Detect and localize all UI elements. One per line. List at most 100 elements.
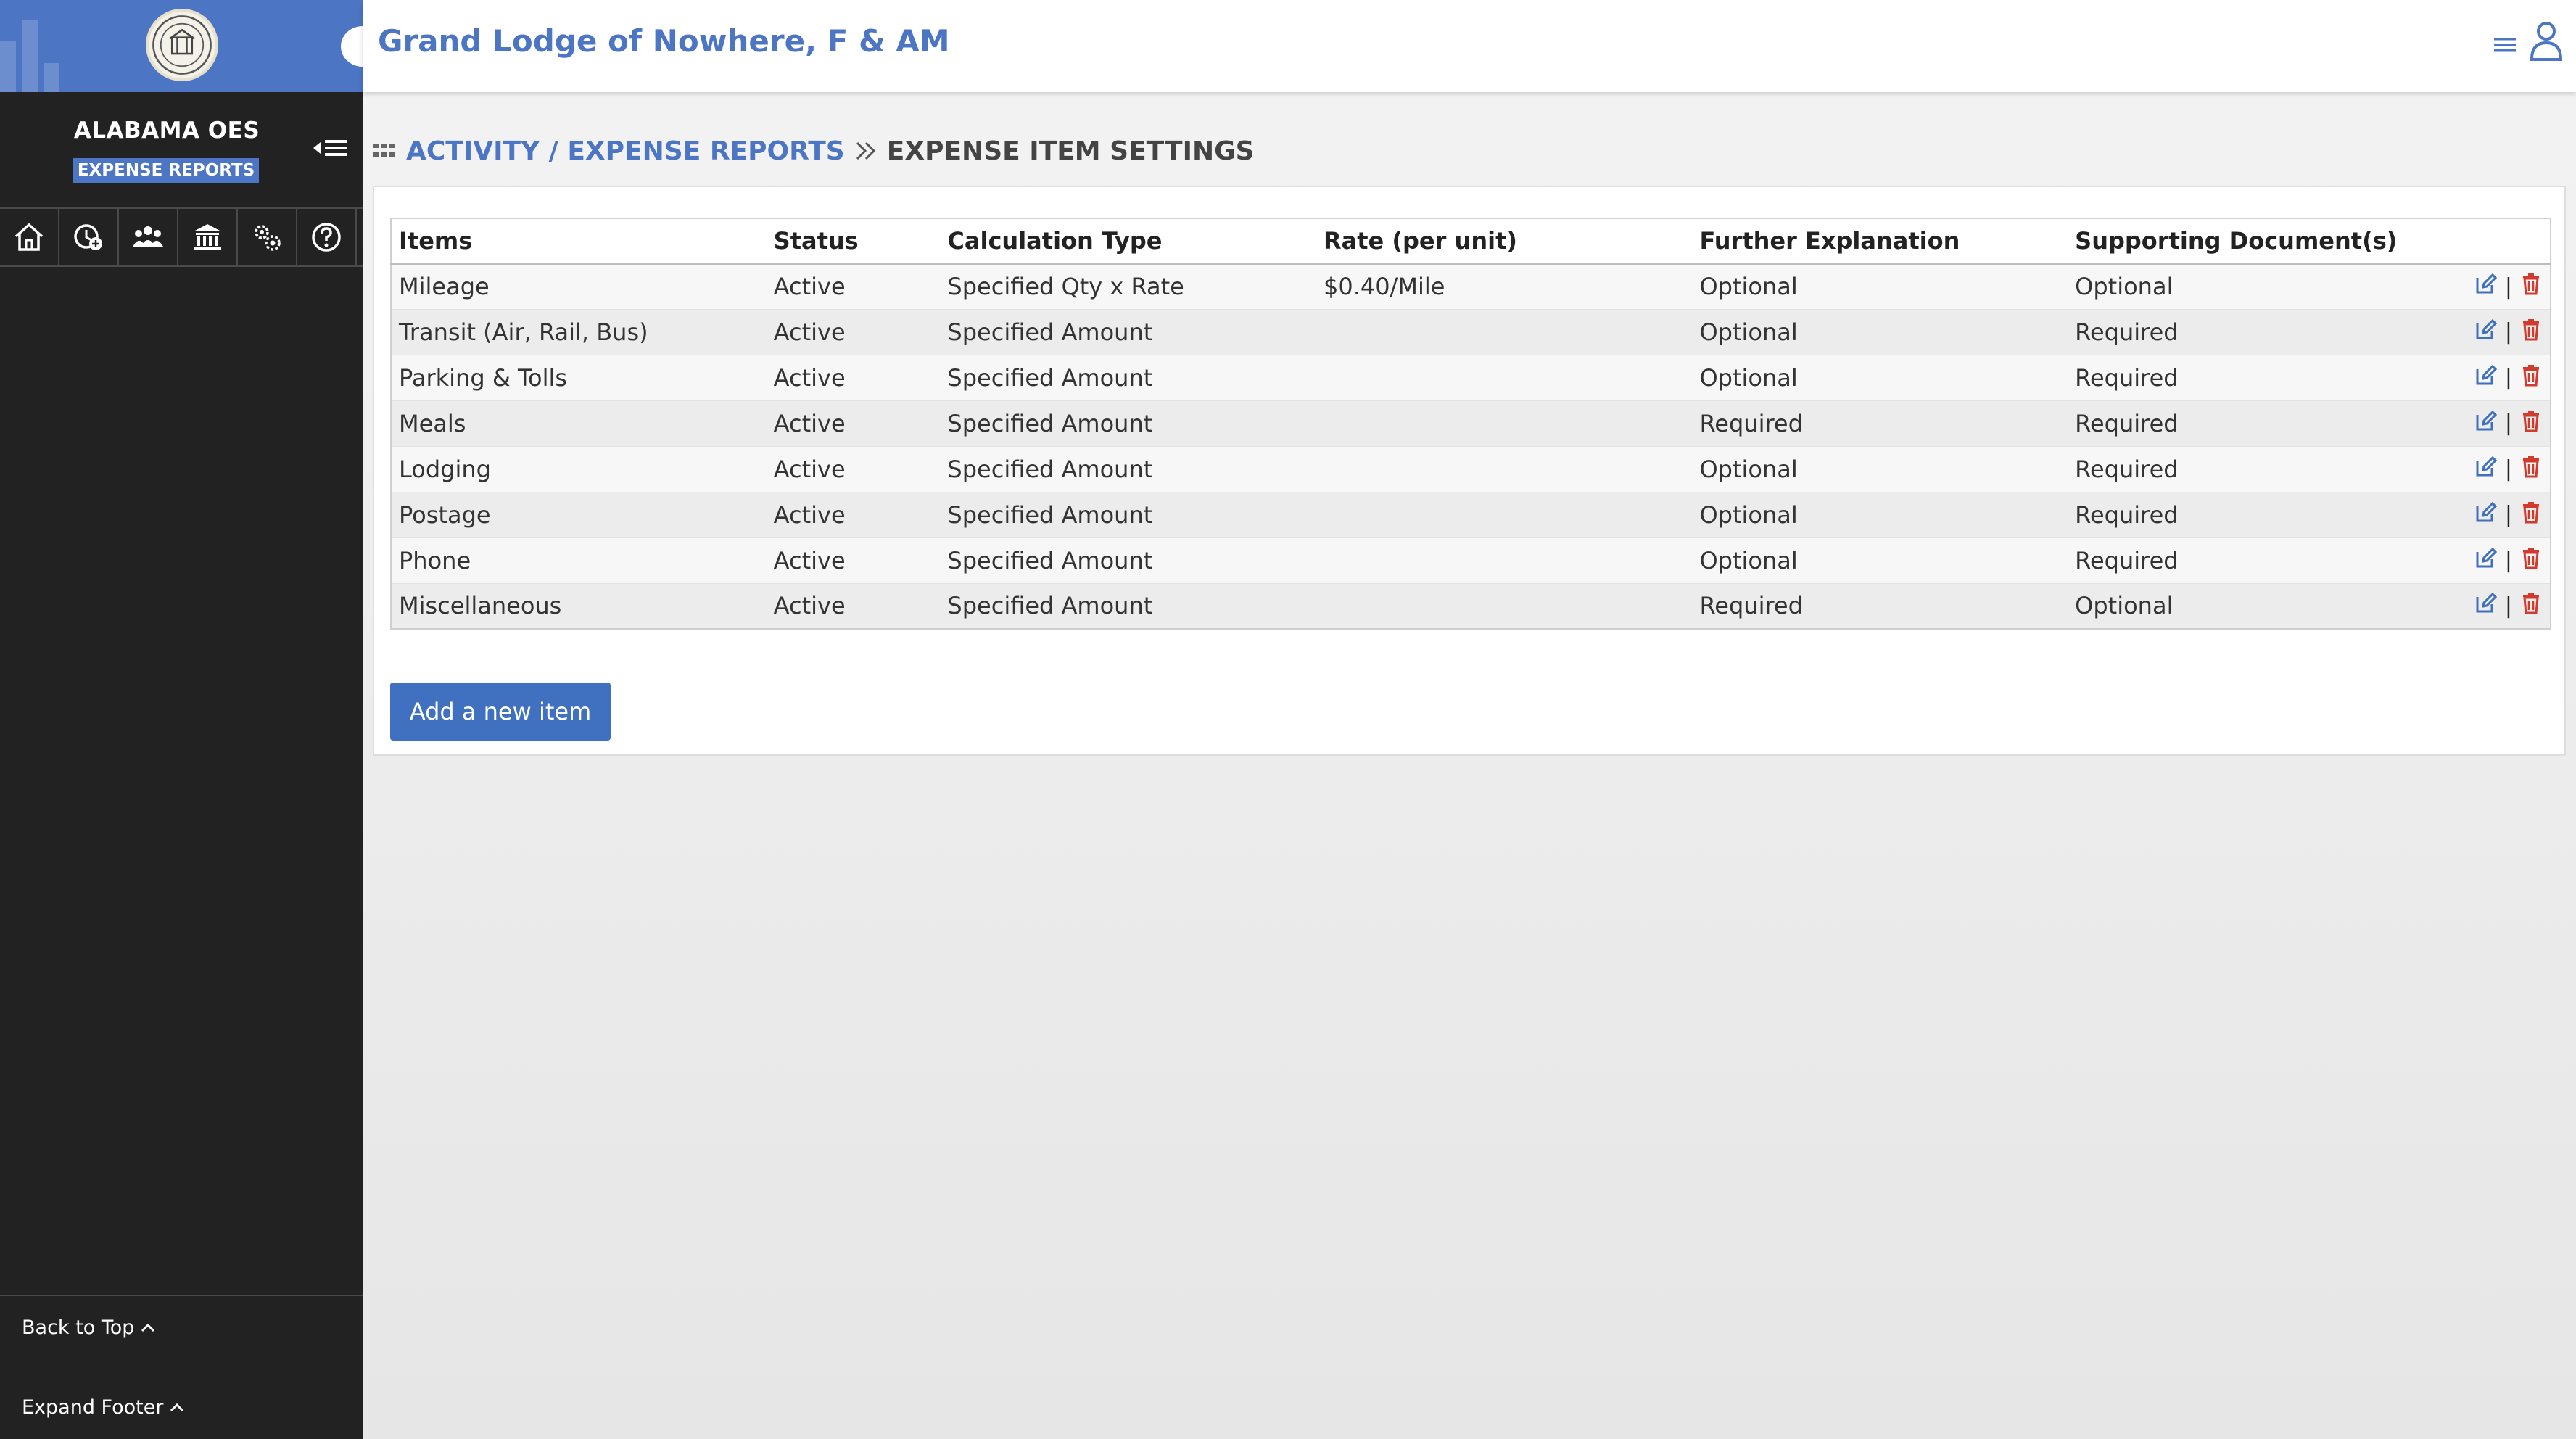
table-row: Meals Active Specified Amount Required Requi… (391, 400, 2551, 446)
further-explanation-cell: Optional (1692, 537, 2068, 583)
status-cell: Active (766, 491, 941, 537)
edit-icon (2476, 593, 2498, 613)
apps-grid-icon (373, 144, 395, 157)
table-row: Phone Active Specified Amount Optional Requi… (391, 537, 2551, 583)
supporting-documents-cell: Optional (2068, 263, 2406, 309)
user-profile-button[interactable] (2528, 19, 2564, 62)
table-row: Mileage Active Specified Qty x Rate $0.40/M… (391, 263, 2551, 309)
organization-title: Grand Lodge of Nowhere, F & AM (378, 23, 950, 59)
nav-lodges[interactable] (178, 209, 238, 265)
rate-cell: $0.40/Mile (1316, 263, 1693, 309)
calculation-type-cell: Specified Qty x Rate (940, 263, 1317, 309)
nav-activity[interactable] (59, 209, 119, 265)
further-explanation-cell: Optional (1692, 445, 2068, 492)
calculation-type-cell: Specified Amount (940, 354, 1317, 400)
rate-cell (1316, 491, 1693, 537)
further-explanation-cell: Optional (1692, 308, 2068, 355)
expense-items-table: Items Status Calculation Type Rate (per … (390, 218, 2551, 630)
further-explanation-cell: Required (1692, 400, 2068, 446)
trash-icon (2523, 501, 2539, 523)
nav-home[interactable] (0, 209, 59, 265)
rate-cell (1316, 582, 1693, 629)
expand-footer-label: Expand Footer (22, 1396, 164, 1419)
table-row: Postage Active Specified Amount Optional Req… (391, 491, 2551, 537)
row-actions: | (2406, 582, 2551, 629)
members-icon (133, 226, 163, 247)
column-header-calculation-type: Calculation Type (940, 218, 1317, 265)
chevron-up-icon (170, 1403, 184, 1411)
edit-icon (2476, 501, 2498, 521)
supporting-documents-cell: Required (2068, 445, 2406, 492)
delete-item-button[interactable] (2519, 409, 2543, 438)
table-row: Parking & Tolls Active Specified Amount Opt… (391, 354, 2551, 400)
edit-item-button[interactable] (2474, 500, 2498, 529)
edit-icon (2476, 273, 2498, 294)
further-explanation-cell: Optional (1692, 491, 2068, 537)
edit-icon (2476, 410, 2498, 430)
edit-item-button[interactable] (2474, 409, 2498, 438)
edit-icon (2476, 364, 2498, 384)
sidebar-footer-divider (0, 1295, 363, 1296)
calculation-type-cell: Specified Amount (940, 491, 1317, 537)
delete-item-button[interactable] (2519, 318, 2543, 347)
delete-item-button[interactable] (2519, 591, 2543, 620)
edit-item-button[interactable] (2474, 546, 2498, 575)
nav-settings[interactable] (238, 209, 297, 265)
table-row: Transit (Air, Rail, Bus) Active Specified … (391, 308, 2551, 355)
item-cell: Miscellaneous (391, 582, 767, 629)
table-header-row: Items Status Calculation Type Rate (per … (391, 218, 2551, 265)
item-cell: Mileage (391, 263, 767, 309)
row-actions: | (2406, 400, 2551, 446)
calculation-type-cell: Specified Amount (940, 582, 1317, 629)
nav-members[interactable] (119, 209, 178, 265)
action-separator: | (2504, 502, 2512, 527)
expand-footer-link[interactable]: Expand Footer (22, 1396, 185, 1419)
delete-item-button[interactable] (2519, 500, 2543, 529)
home-icon (15, 223, 44, 251)
trash-icon (2523, 410, 2539, 432)
help-icon (312, 223, 341, 252)
edit-item-button[interactable] (2474, 591, 2498, 620)
status-cell: Active (766, 400, 941, 446)
breadcrumb-current-page: EXPENSE ITEM SETTINGS (886, 136, 1255, 166)
action-separator: | (2504, 319, 2512, 345)
calculation-type-cell: Specified Amount (940, 308, 1317, 355)
sidebar-banner (0, 0, 363, 92)
item-cell: Meals (391, 400, 767, 446)
table-row: Lodging Active Specified Amount Optional Req… (391, 445, 2551, 492)
delete-item-button[interactable] (2519, 272, 2543, 301)
action-separator: | (2504, 273, 2512, 300)
status-cell: Active (766, 263, 941, 309)
edit-icon (2476, 547, 2498, 567)
collapse-menu-icon (313, 140, 347, 156)
breadcrumb-parent-link[interactable]: ACTIVITY / EXPENSE REPORTS (406, 136, 845, 166)
delete-item-button[interactable] (2519, 455, 2543, 484)
clock-add-icon (74, 224, 102, 250)
edit-item-button[interactable] (2474, 272, 2498, 301)
table-row: Miscellaneous Active Specified Amount Requi… (391, 582, 2551, 629)
add-new-item-button[interactable]: Add a new item (390, 683, 611, 741)
trash-icon (2523, 455, 2539, 477)
back-to-top-label: Back to Top (22, 1316, 135, 1339)
row-actions: | (2406, 354, 2551, 400)
edit-item-button[interactable] (2474, 318, 2498, 347)
rate-cell (1316, 308, 1693, 355)
edit-item-button[interactable] (2474, 455, 2498, 484)
gears-icon (255, 225, 281, 251)
edit-item-button[interactable] (2474, 363, 2498, 392)
sidebar-nav-icons (0, 207, 363, 267)
item-cell: Phone (391, 537, 767, 583)
status-cell: Active (766, 445, 941, 492)
supporting-documents-cell: Required (2068, 354, 2406, 400)
back-to-top-link[interactable]: Back to Top (22, 1316, 156, 1339)
further-explanation-cell: Optional (1692, 263, 2068, 309)
header-menu-button[interactable] (2492, 32, 2518, 58)
delete-item-button[interactable] (2519, 363, 2543, 392)
rate-cell (1316, 537, 1693, 583)
breadcrumb: ACTIVITY / EXPENSE REPORTS EXPENSE ITEM … (373, 133, 1255, 168)
sidebar-title: ALABAMA OES (73, 117, 260, 144)
delete-item-button[interactable] (2519, 546, 2543, 575)
calculation-type-cell: Specified Amount (940, 445, 1317, 492)
nav-help[interactable] (297, 209, 357, 265)
collapse-sidebar-button[interactable] (310, 135, 351, 161)
